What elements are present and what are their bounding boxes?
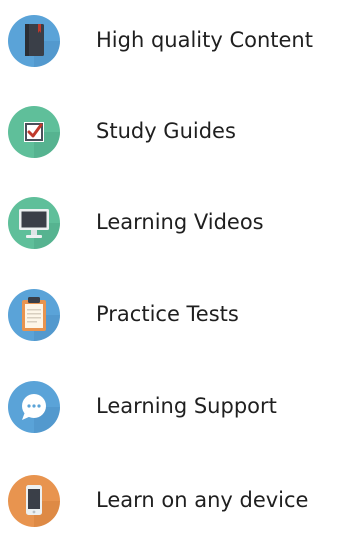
clipboard-icon	[7, 288, 61, 342]
feature-item-learning-videos: Learning Videos	[0, 190, 340, 254]
feature-label: Learning Support	[96, 394, 277, 418]
book-icon	[7, 14, 61, 68]
smartphone-icon	[7, 474, 61, 528]
feature-list: High quality Content Study Guides Learni…	[0, 0, 340, 545]
feature-item-study-guides: Study Guides	[0, 99, 340, 163]
checkbox-icon	[7, 105, 61, 159]
chat-bubble-icon	[7, 380, 61, 434]
feature-label: Study Guides	[96, 119, 236, 143]
monitor-icon	[7, 196, 61, 250]
feature-label: Learning Videos	[96, 210, 264, 234]
feature-label: Learn on any device	[96, 488, 309, 512]
feature-label: High quality Content	[96, 28, 313, 52]
feature-item-learning-support: Learning Support	[0, 374, 340, 438]
feature-item-high-quality-content: High quality Content	[0, 8, 340, 72]
feature-label: Practice Tests	[96, 302, 239, 326]
feature-item-practice-tests: Practice Tests	[0, 282, 340, 346]
feature-item-learn-on-any-device: Learn on any device	[0, 468, 340, 532]
